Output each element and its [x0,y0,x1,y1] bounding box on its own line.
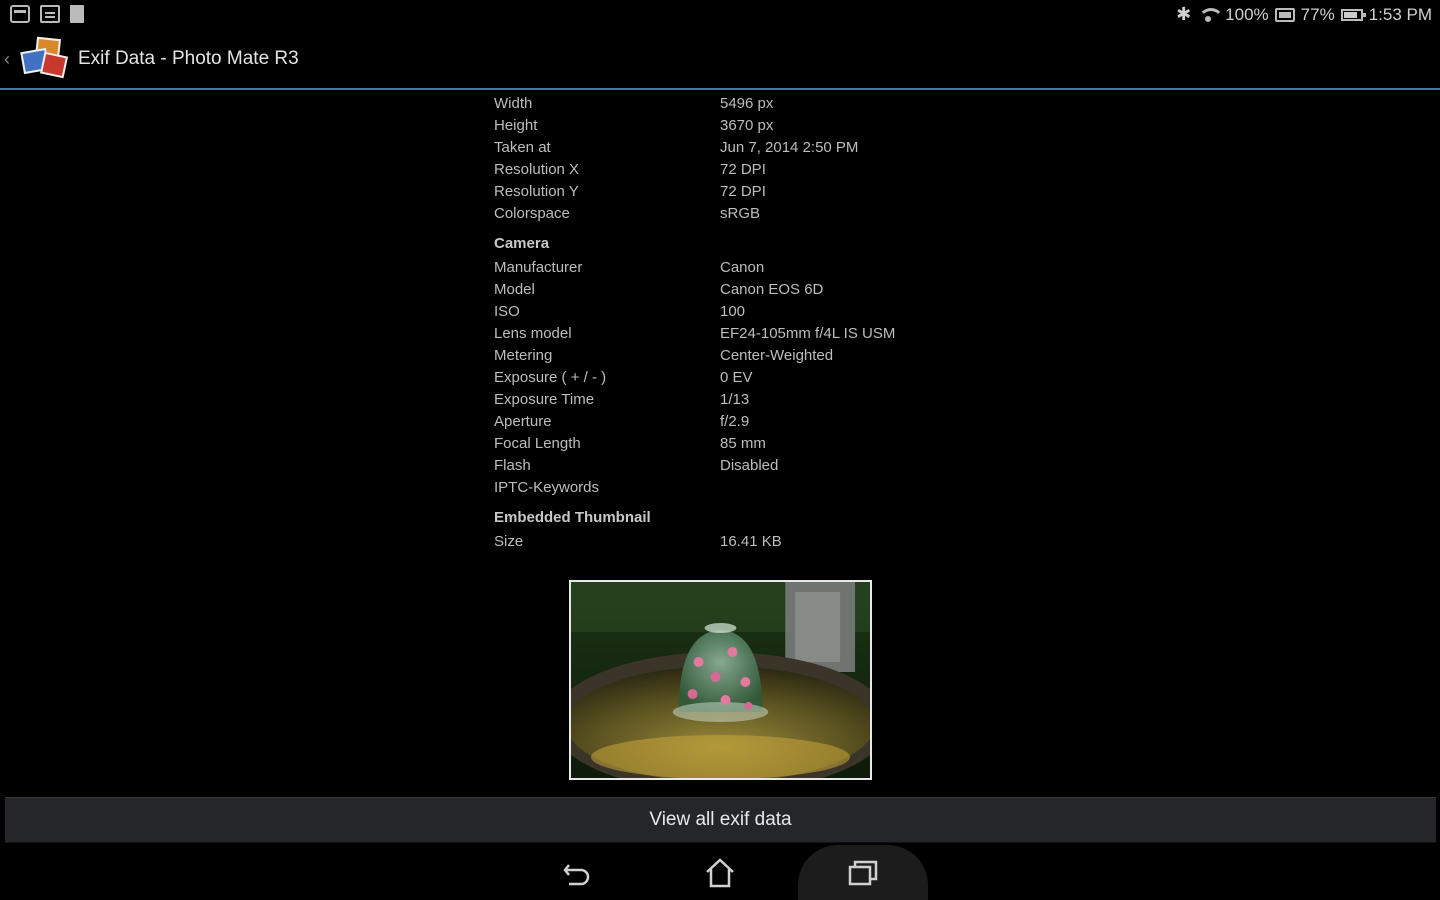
back-arrow-icon [563,863,590,885]
exif-key: IPTC-Keywords [494,478,600,496]
exif-value: 100 [720,302,746,320]
exif-key: Lens model [494,324,572,342]
clock: 1:53 PM [1368,4,1432,24]
exif-row-iso: ISO 100 [494,300,1014,322]
notification-photo-icon [10,5,30,23]
exif-key: Taken at [494,138,551,156]
exif-key: Resolution Y [494,182,579,200]
exif-key: Size [494,532,524,550]
exif-value: 72 DPI [720,160,766,178]
exif-key: ISO [494,302,520,320]
exif-row-manufacturer: Manufacturer Canon [494,256,1014,278]
exif-key: Height [494,116,538,134]
exif-value: Center-Weighted [720,346,834,364]
exif-value: 16.41 KB [720,532,782,550]
exif-row-model: Model Canon EOS 6D [494,278,1014,300]
exif-key: Resolution X [494,160,580,178]
status-bar: ✱ 100% 77% 1:53 PM [0,0,1440,30]
exif-row-width: Width 5496 px [494,92,1014,114]
notification-sd-icon [70,5,84,23]
exif-value: Canon EOS 6D [720,280,824,298]
section-title-camera: Camera [494,234,550,252]
exif-key: Manufacturer [494,258,583,276]
exif-key: Model [494,280,535,298]
exif-row-flash: Flash Disabled [494,454,1014,476]
exif-value: Jun 7, 2014 2:50 PM [720,138,859,156]
exif-key: Exposure Time [494,390,595,408]
exif-value: f/2.9 [720,412,750,430]
battery-icon [1340,8,1366,21]
wifi-icon [1197,7,1225,23]
bluetooth-icon: ✱ [1176,4,1192,24]
exif-key: Focal Length [494,434,581,452]
nav-back-button[interactable] [512,845,642,900]
exif-value: 0 EV [720,368,753,386]
exif-row-size: Size 16.41 KB [494,530,1014,552]
exif-key: Aperture [494,412,552,430]
fountain-photo [571,582,870,778]
exif-value: 1/13 [720,390,750,408]
exif-value: Canon [720,258,765,276]
exif-value: 5496 px [720,94,774,112]
home-icon [706,857,734,887]
exif-row-resolution-y: Resolution Y 72 DPI [494,180,1014,202]
nav-home-button[interactable] [655,845,785,900]
exif-value: EF24-105mm f/4L IS USM [720,324,896,342]
exif-key: Flash [494,456,531,474]
exif-row-iptc-keywords: IPTC-Keywords [494,476,1014,498]
exif-row-metering: Metering Center-Weighted [494,344,1014,366]
exif-key: Metering [494,346,553,364]
exif-value: 3670 px [720,116,774,134]
chevron-left-icon[interactable]: ‹ [4,49,16,70]
exif-key: Exposure ( + / - ) [494,368,607,386]
exif-row-colorspace: Colorspace sRGB [494,202,1014,224]
navigation-bar [0,845,1440,900]
exif-row-height: Height 3670 px [494,114,1014,136]
dock-battery-icon [1274,7,1295,22]
exif-row-focal-length: Focal Length 85 mm [494,432,1014,454]
view-all-exif-button[interactable]: View all exif data [5,797,1436,843]
battery-percent: 77% [1300,4,1335,24]
recent-apps-icon [848,860,878,885]
exif-key: Colorspace [494,204,570,222]
photo-mate-app-icon[interactable] [18,36,70,82]
exif-row-lens-model: Lens model EF24-105mm f/4L IS USM [494,322,1014,344]
exif-row-taken-at: Taken at Jun 7, 2014 2:50 PM [494,136,1014,158]
exif-row-aperture: Aperture f/2.9 [494,410,1014,432]
exif-value: sRGB [720,204,761,222]
exif-key: Width [494,94,533,112]
exif-list: Width 5496 px Height 3670 px Taken at Ju… [494,92,1014,552]
exif-value: 72 DPI [720,182,766,200]
page-title: Exif Data - Photo Mate R3 [78,48,299,69]
exif-row-exposure-time: Exposure Time 1/13 [494,388,1014,410]
exif-row-exposure: Exposure ( + / - ) 0 EV [494,366,1014,388]
exif-value: Disabled [720,456,779,474]
exif-value: 85 mm [720,434,766,452]
exif-row-resolution-x: Resolution X 72 DPI [494,158,1014,180]
notification-message-icon [40,5,60,23]
system-indicators: ✱ 100% 77% 1:53 PM [1176,4,1432,25]
action-bar: ‹ Exif Data - Photo Mate R3 [0,30,1440,90]
nav-recents-button[interactable] [798,845,928,900]
section-title-embedded-thumbnail: Embedded Thumbnail [494,508,651,526]
notification-icons [10,5,84,23]
wifi-signal-percent: 100% [1225,4,1269,24]
embedded-thumbnail-image [569,580,872,780]
